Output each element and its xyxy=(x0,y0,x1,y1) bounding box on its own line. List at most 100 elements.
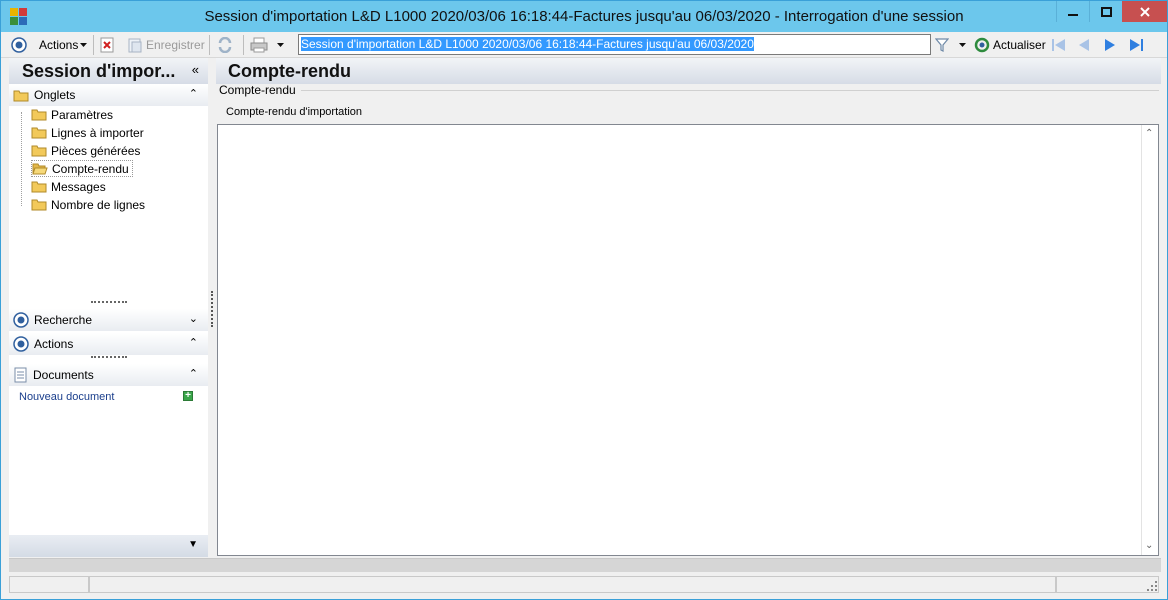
app-logo-icon xyxy=(10,8,28,26)
tab-label: Compte-rendu xyxy=(52,161,129,176)
left-panel-header: Session d'impor... « xyxy=(9,58,208,84)
window-title: Session d'importation L&D L1000 2020/03/… xyxy=(204,8,964,25)
dropdown-arrow-icon xyxy=(277,43,284,47)
last-record-button[interactable] xyxy=(1128,35,1144,55)
section-recherche-label: Recherche xyxy=(34,313,93,327)
folder-open-icon xyxy=(32,163,48,175)
panel-splitter[interactable] xyxy=(211,291,213,327)
close-icon xyxy=(1139,6,1150,17)
resize-grip-icon[interactable] xyxy=(1147,581,1157,591)
left-panel-footer: ▼ xyxy=(9,535,208,557)
close-button[interactable] xyxy=(1122,1,1167,22)
print-icon xyxy=(250,37,268,53)
section-onglets-label: Onglets xyxy=(34,88,76,102)
tab-parametres[interactable]: Paramètres xyxy=(31,106,116,123)
filter-button[interactable] xyxy=(935,35,949,55)
first-record-icon xyxy=(1052,39,1065,51)
maximize-button[interactable] xyxy=(1089,1,1122,22)
tab-label: Pièces générées xyxy=(51,143,141,158)
group-title: Compte-rendu xyxy=(219,83,296,97)
tab-messages[interactable]: Messages xyxy=(31,178,109,195)
more-options-icon[interactable]: ▼ xyxy=(188,539,198,550)
left-panel: Session d'impor... « Onglets ⌃ Paramètre… xyxy=(9,58,208,557)
dropdown-arrow-icon xyxy=(959,43,966,47)
document-icon xyxy=(14,367,27,383)
cancel-button[interactable] xyxy=(100,35,114,55)
collapse-section-icon[interactable]: ⌃ xyxy=(189,336,198,349)
refresh-button[interactable]: Actualiser xyxy=(974,35,1046,55)
scroll-up-icon[interactable]: ⌃ xyxy=(1145,128,1153,139)
session-field[interactable]: Session d'importation L&D L1000 2020/03/… xyxy=(298,34,931,55)
section-onglets[interactable]: Onglets ⌃ xyxy=(9,84,208,106)
window-controls xyxy=(1056,1,1167,23)
section-documents-label: Documents xyxy=(33,368,94,382)
section-actions[interactable]: Actions ⌃ xyxy=(9,333,208,355)
target-icon xyxy=(11,37,27,53)
tab-label: Paramètres xyxy=(51,107,114,122)
minimize-icon xyxy=(1068,13,1078,16)
print-dropdown-button[interactable] xyxy=(277,35,285,55)
status-bar xyxy=(9,574,1161,594)
filter-icon xyxy=(935,38,949,52)
actions-menu-button[interactable]: Actions xyxy=(39,35,88,55)
toolbar: Actions Enregistrer Session d'importatio… xyxy=(1,32,1167,58)
status-cell xyxy=(89,576,1056,593)
section-documents[interactable]: Documents ⌃ xyxy=(9,364,208,386)
tab-compte-rendu[interactable]: Compte-rendu xyxy=(31,160,133,177)
maximize-icon xyxy=(1100,6,1112,17)
tree-connector xyxy=(21,112,22,206)
collapse-section-icon[interactable]: ⌃ xyxy=(189,367,198,380)
folder-icon xyxy=(31,109,47,121)
section-recherche[interactable]: Recherche ⌄ xyxy=(9,309,208,331)
bottom-bar xyxy=(9,558,1161,572)
nav-target-button[interactable] xyxy=(11,35,27,55)
actions-menu-label: Actions xyxy=(39,38,79,52)
filter-dropdown-button[interactable] xyxy=(959,35,967,55)
report-textarea[interactable]: ⌃ ⌄ xyxy=(217,124,1159,556)
main-header: Compte-rendu xyxy=(216,58,1161,84)
sync-icon xyxy=(218,37,232,53)
save-label: Enregistrer xyxy=(146,38,205,52)
tab-label: Nombre de lignes xyxy=(51,197,146,212)
section-actions-label: Actions xyxy=(34,337,74,351)
add-icon[interactable]: + xyxy=(183,391,193,401)
minimize-button[interactable] xyxy=(1056,1,1089,22)
vertical-scrollbar[interactable]: ⌃ ⌄ xyxy=(1141,125,1158,555)
title-bar[interactable]: Session d'importation L&D L1000 2020/03/… xyxy=(1,1,1167,32)
save-button[interactable]: Enregistrer xyxy=(127,35,205,55)
previous-record-icon xyxy=(1079,39,1089,51)
sync-button[interactable] xyxy=(217,35,233,55)
left-panel-title: Session d'impor... xyxy=(22,61,176,81)
scroll-down-icon[interactable]: ⌄ xyxy=(1145,540,1153,551)
folder-icon xyxy=(31,181,47,193)
expand-section-icon[interactable]: ⌄ xyxy=(189,312,198,325)
collapse-section-icon[interactable]: ⌃ xyxy=(189,87,198,100)
report-field-label: Compte-rendu d'importation xyxy=(226,106,363,118)
new-document-link[interactable]: Nouveau document xyxy=(19,391,114,403)
dropdown-arrow-icon xyxy=(80,43,88,47)
tab-label: Lignes à importer xyxy=(51,125,144,140)
resize-grip[interactable] xyxy=(91,356,127,359)
tab-lignes-a-importer[interactable]: Lignes à importer xyxy=(31,124,147,141)
resize-grip[interactable] xyxy=(91,301,127,304)
target-icon xyxy=(13,312,29,328)
save-icon xyxy=(128,38,142,53)
target-icon xyxy=(13,336,29,352)
status-cell xyxy=(9,576,89,593)
refresh-icon xyxy=(974,37,990,53)
folder-icon xyxy=(31,199,47,211)
print-button[interactable] xyxy=(250,35,268,55)
refresh-label: Actualiser xyxy=(993,38,1046,52)
tab-nombre-de-lignes[interactable]: Nombre de lignes xyxy=(31,196,148,213)
folder-icon xyxy=(31,127,47,139)
next-record-icon xyxy=(1105,39,1115,51)
next-record-button[interactable] xyxy=(1103,35,1117,55)
tab-label: Messages xyxy=(51,179,106,194)
collapse-panel-icon[interactable]: « xyxy=(192,62,199,77)
last-record-icon xyxy=(1130,39,1143,51)
previous-record-button[interactable] xyxy=(1077,35,1091,55)
folder-icon xyxy=(13,90,29,102)
tab-pieces-generees[interactable]: Pièces générées xyxy=(31,142,143,159)
first-record-button[interactable] xyxy=(1051,35,1067,55)
cancel-icon xyxy=(100,37,114,53)
